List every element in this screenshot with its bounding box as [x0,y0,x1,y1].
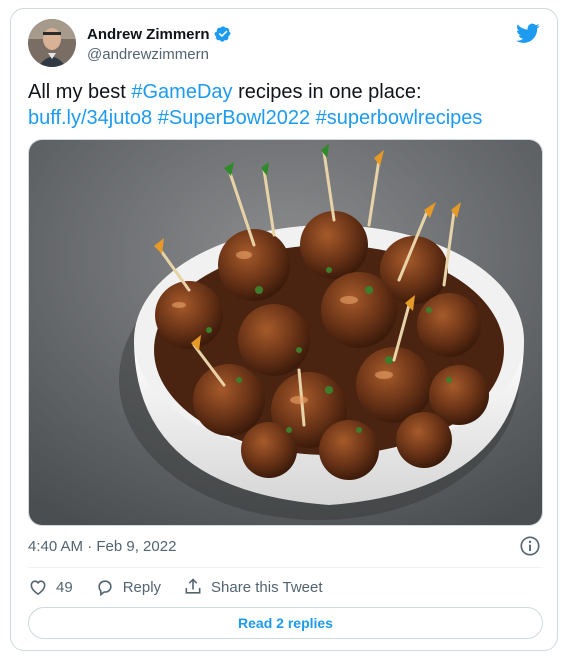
tweet-link[interactable]: buff.ly/34juto8 [28,107,152,129]
like-count: 49 [56,578,73,596]
like-button[interactable]: 49 [28,577,73,597]
share-icon [185,578,201,594]
share-button[interactable]: Share this Tweet [183,577,323,597]
tweet-text-plain: recipes in one place: [232,81,422,103]
tweet-text: All my best #GameDay recipes in one plac… [28,79,538,131]
divider [28,567,543,568]
hashtag-superbowlrecipes[interactable]: #superbowlrecipes [316,107,483,129]
tweet-card: Andrew Zimmern @andrewzimmern All my bes… [10,8,558,651]
reply-label: Reply [122,578,162,596]
tweet-text-plain: All my best [28,81,132,103]
share-label: Share this Tweet [211,578,323,596]
verified-badge-icon [214,25,232,43]
twitter-bird-icon[interactable] [516,21,540,45]
hashtag-gameday[interactable]: #GameDay [131,81,232,103]
author-handle[interactable]: @andrewzimmern [87,46,209,63]
reply-bubble-icon [98,580,112,597]
read-replies-button[interactable]: Read 2 replies [28,607,543,639]
avatar[interactable] [28,19,76,67]
author-name-row[interactable]: Andrew Zimmern [87,25,232,43]
tweet-timestamp[interactable]: 4:40 AM · Feb 9, 2022 [28,538,176,555]
heart-icon [30,580,46,596]
info-icon[interactable] [519,535,541,557]
meatballs-photo [29,140,542,525]
reply-button[interactable]: Reply [95,577,161,597]
hashtag-superbowl2022[interactable]: #SuperBowl2022 [158,107,310,129]
author-name[interactable]: Andrew Zimmern [87,26,210,43]
action-bar: 49 Reply Share this Tweet [28,575,345,599]
tweet-media-image[interactable] [28,139,543,526]
